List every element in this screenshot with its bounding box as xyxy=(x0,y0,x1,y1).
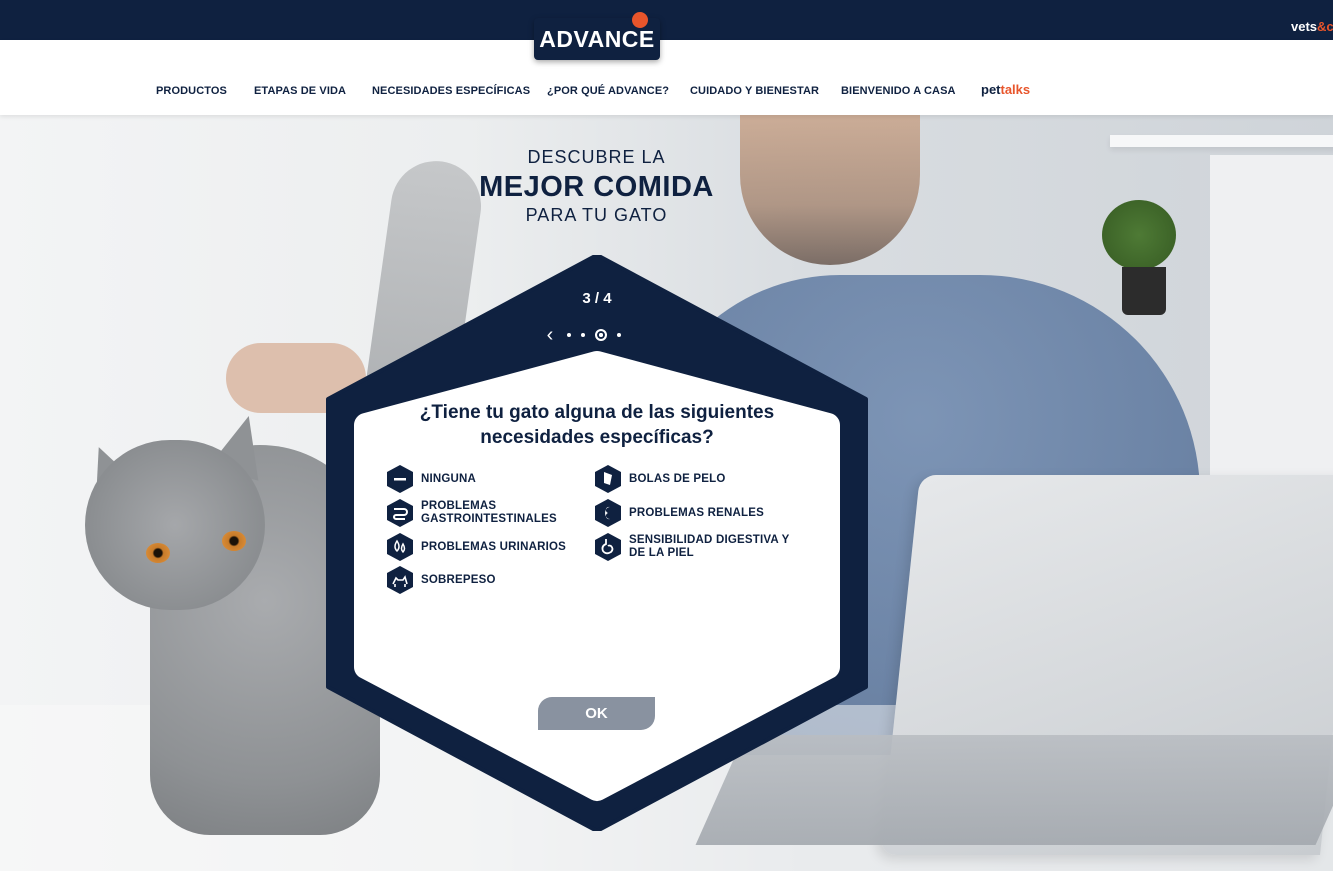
nav-bienvenido-a-casa[interactable]: BIENVENIDO A CASA xyxy=(841,85,956,97)
option-problemas-renales[interactable]: PROBLEMAS RENALES xyxy=(595,499,764,527)
option-label: SENSIBILIDAD DIGESTIVA Y DE LA PIEL xyxy=(629,534,790,559)
cat-eye-left xyxy=(146,543,170,563)
hero-headline: DESCUBRE LA MEJOR COMIDA PARA TU GATO xyxy=(0,147,1193,226)
option-sensibilidad-digestiva-piel[interactable]: SENSIBILIDAD DIGESTIVA Y DE LA PIEL xyxy=(595,533,807,561)
option-problemas-urinarios[interactable]: PROBLEMAS URINARIOS xyxy=(387,533,566,561)
nav-etapas-de-vida[interactable]: ETAPAS DE VIDA xyxy=(254,85,346,97)
pager-dot-4[interactable] xyxy=(617,333,621,337)
nav-necesidades-especificas[interactable]: NECESIDADES ESPECÍFICAS xyxy=(372,85,530,97)
quiz-question: ¿Tiene tu gato alguna de las siguientes … xyxy=(419,402,775,448)
shelf xyxy=(1110,135,1333,147)
digestive-icon xyxy=(595,533,621,561)
pager-dot-1[interactable] xyxy=(567,333,571,337)
top-bar: vets&c xyxy=(0,0,1333,40)
hairball-icon xyxy=(595,465,621,493)
quiz-step-counter: 3 / 4 xyxy=(582,290,612,307)
nav-productos[interactable]: PRODUCTOS xyxy=(156,85,227,97)
option-problemas-gastrointestinales[interactable]: PROBLEMAS GASTROINTESTINALES xyxy=(387,499,577,527)
drops-icon xyxy=(387,533,413,561)
option-label: BOLAS DE PELO xyxy=(629,472,726,485)
chevron-left-icon[interactable]: ‹ xyxy=(543,325,557,345)
nav-por-que-advance[interactable]: ¿POR QUÉ ADVANCE? xyxy=(547,85,669,97)
quiz-card: 3 / 4 ‹ ¿Tiene tu gato alguna de las sig… xyxy=(325,255,869,831)
logo-text: ADVANCE xyxy=(539,25,655,52)
minus-icon xyxy=(387,465,413,493)
nav-pettalks[interactable]: pettalks xyxy=(981,82,1030,97)
option-label: PROBLEMAS URINARIOS xyxy=(421,540,567,553)
logo-badge-icon xyxy=(632,12,648,28)
stomach-icon xyxy=(387,499,413,527)
option-ninguna[interactable]: NINGUNA xyxy=(387,465,476,493)
option-label: PROBLEMAS RENALES xyxy=(629,506,765,519)
option-sobrepeso[interactable]: SOBREPESO xyxy=(387,566,496,594)
option-label: SOBREPESO xyxy=(421,573,496,586)
kidney-icon xyxy=(595,499,621,527)
ok-button[interactable]: OK xyxy=(538,697,655,730)
option-bolas-de-pelo[interactable]: BOLAS DE PELO xyxy=(595,465,726,493)
hero-line-3: PARA TU GATO xyxy=(525,205,668,225)
cat-eye-right xyxy=(222,531,246,551)
plant-pot xyxy=(1122,267,1166,315)
advance-logo[interactable]: ADVANCE xyxy=(534,12,660,60)
main-nav: PRODUCTOS ETAPAS DE VIDA NECESIDADES ESP… xyxy=(0,40,1333,115)
option-label: NINGUNA xyxy=(421,472,477,485)
option-label: PROBLEMAS GASTROINTESTINALES xyxy=(421,500,557,525)
cat-head xyxy=(85,440,265,610)
vets-link[interactable]: vets&c xyxy=(1291,19,1333,34)
cat-weight-icon xyxy=(387,566,413,594)
nav-cuidado-y-bienestar[interactable]: CUIDADO Y BIENESTAR xyxy=(690,85,819,97)
pager-dot-2[interactable] xyxy=(581,333,585,337)
quiz-pager: ‹ xyxy=(543,325,621,345)
pager-dot-3[interactable] xyxy=(595,329,607,341)
hero-line-2: MEJOR COMIDA xyxy=(479,171,714,203)
hero-line-1: DESCUBRE LA xyxy=(527,147,666,167)
